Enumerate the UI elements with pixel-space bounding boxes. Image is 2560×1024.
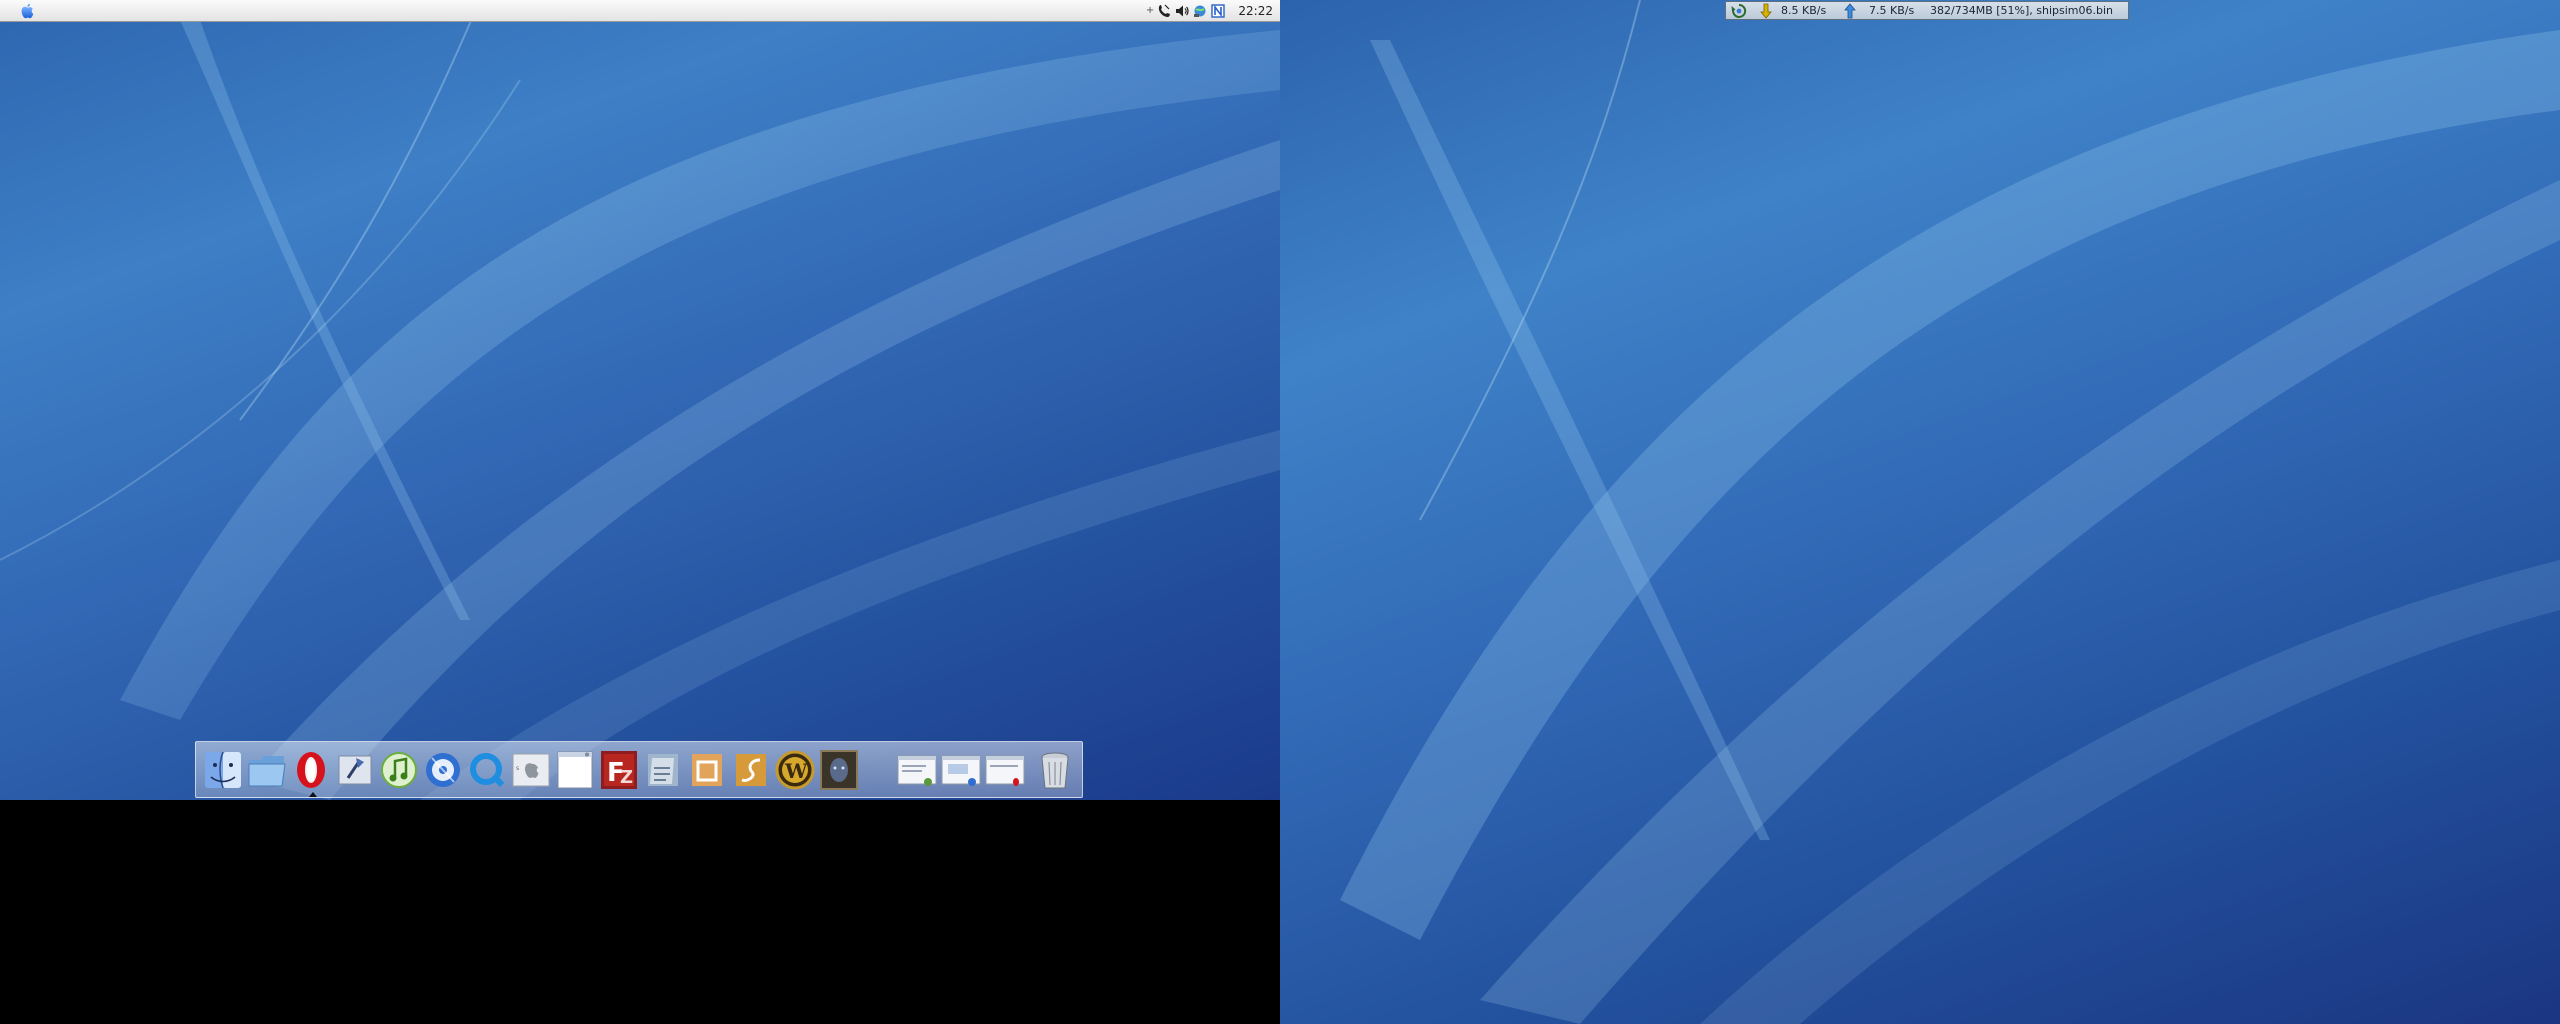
right-desktop bbox=[1280, 0, 2560, 1024]
offscreen-black-area bbox=[0, 800, 1280, 1024]
dock: s F Z W bbox=[195, 741, 1083, 798]
download-rate: 8.5 KB/s bbox=[1781, 4, 1827, 17]
tray-separator-icon: + bbox=[1145, 5, 1155, 16]
system-tray: + bbox=[1145, 2, 1225, 20]
filezilla-icon[interactable]: F Z bbox=[598, 748, 640, 792]
document-icon[interactable] bbox=[554, 748, 596, 792]
svg-text:s: s bbox=[516, 765, 519, 772]
refresh-icon[interactable] bbox=[1731, 3, 1747, 19]
download-arrow-icon bbox=[1760, 3, 1772, 19]
opera-icon[interactable] bbox=[290, 748, 332, 792]
folder-icon[interactable] bbox=[246, 748, 288, 792]
svg-text:W: W bbox=[784, 759, 808, 783]
phone-icon[interactable] bbox=[1157, 4, 1171, 18]
dvd-player-icon[interactable] bbox=[422, 748, 464, 792]
minimized-window-2-icon[interactable] bbox=[940, 748, 982, 792]
network-icon[interactable] bbox=[1193, 4, 1207, 18]
trash-icon[interactable] bbox=[1034, 748, 1076, 792]
file-manager-icon[interactable] bbox=[642, 748, 684, 792]
minimized-window-3-icon[interactable] bbox=[984, 748, 1026, 792]
apple-icon[interactable] bbox=[18, 2, 36, 20]
minimized-window-1-icon[interactable] bbox=[896, 748, 938, 792]
volume-icon[interactable] bbox=[1175, 4, 1189, 18]
finder-icon[interactable] bbox=[202, 748, 244, 792]
upload-rate: 7.5 KB/s bbox=[1869, 4, 1915, 17]
upload-arrow-icon bbox=[1844, 3, 1856, 19]
app-n-icon[interactable] bbox=[1211, 4, 1225, 18]
svg-text:Z: Z bbox=[620, 767, 633, 788]
warcraft-character-icon[interactable] bbox=[818, 748, 860, 792]
menu-bar: + 22:22 bbox=[0, 0, 1280, 22]
quicktime-icon[interactable] bbox=[466, 748, 508, 792]
office-icon[interactable] bbox=[686, 748, 728, 792]
transfer-status: 382/734MB [51%], shipsim06.bin bbox=[1930, 4, 2114, 17]
wallpaper-waves bbox=[0, 0, 1280, 800]
itunes-icon[interactable] bbox=[378, 748, 420, 792]
world-of-warcraft-icon[interactable]: W bbox=[774, 748, 816, 792]
menubar-clock[interactable]: 22:22 bbox=[1238, 4, 1273, 18]
wallpaper-waves bbox=[1340, 0, 2560, 1024]
running-indicator bbox=[309, 792, 317, 797]
left-desktop bbox=[0, 0, 1280, 800]
about-mac-icon[interactable]: s bbox=[510, 748, 552, 792]
network-transfer-meter[interactable]: 8.5 KB/s 7.5 KB/s 382/734MB [51%], ships… bbox=[1725, 1, 2129, 20]
mail-icon[interactable] bbox=[334, 748, 376, 792]
flash-icon[interactable] bbox=[730, 748, 772, 792]
